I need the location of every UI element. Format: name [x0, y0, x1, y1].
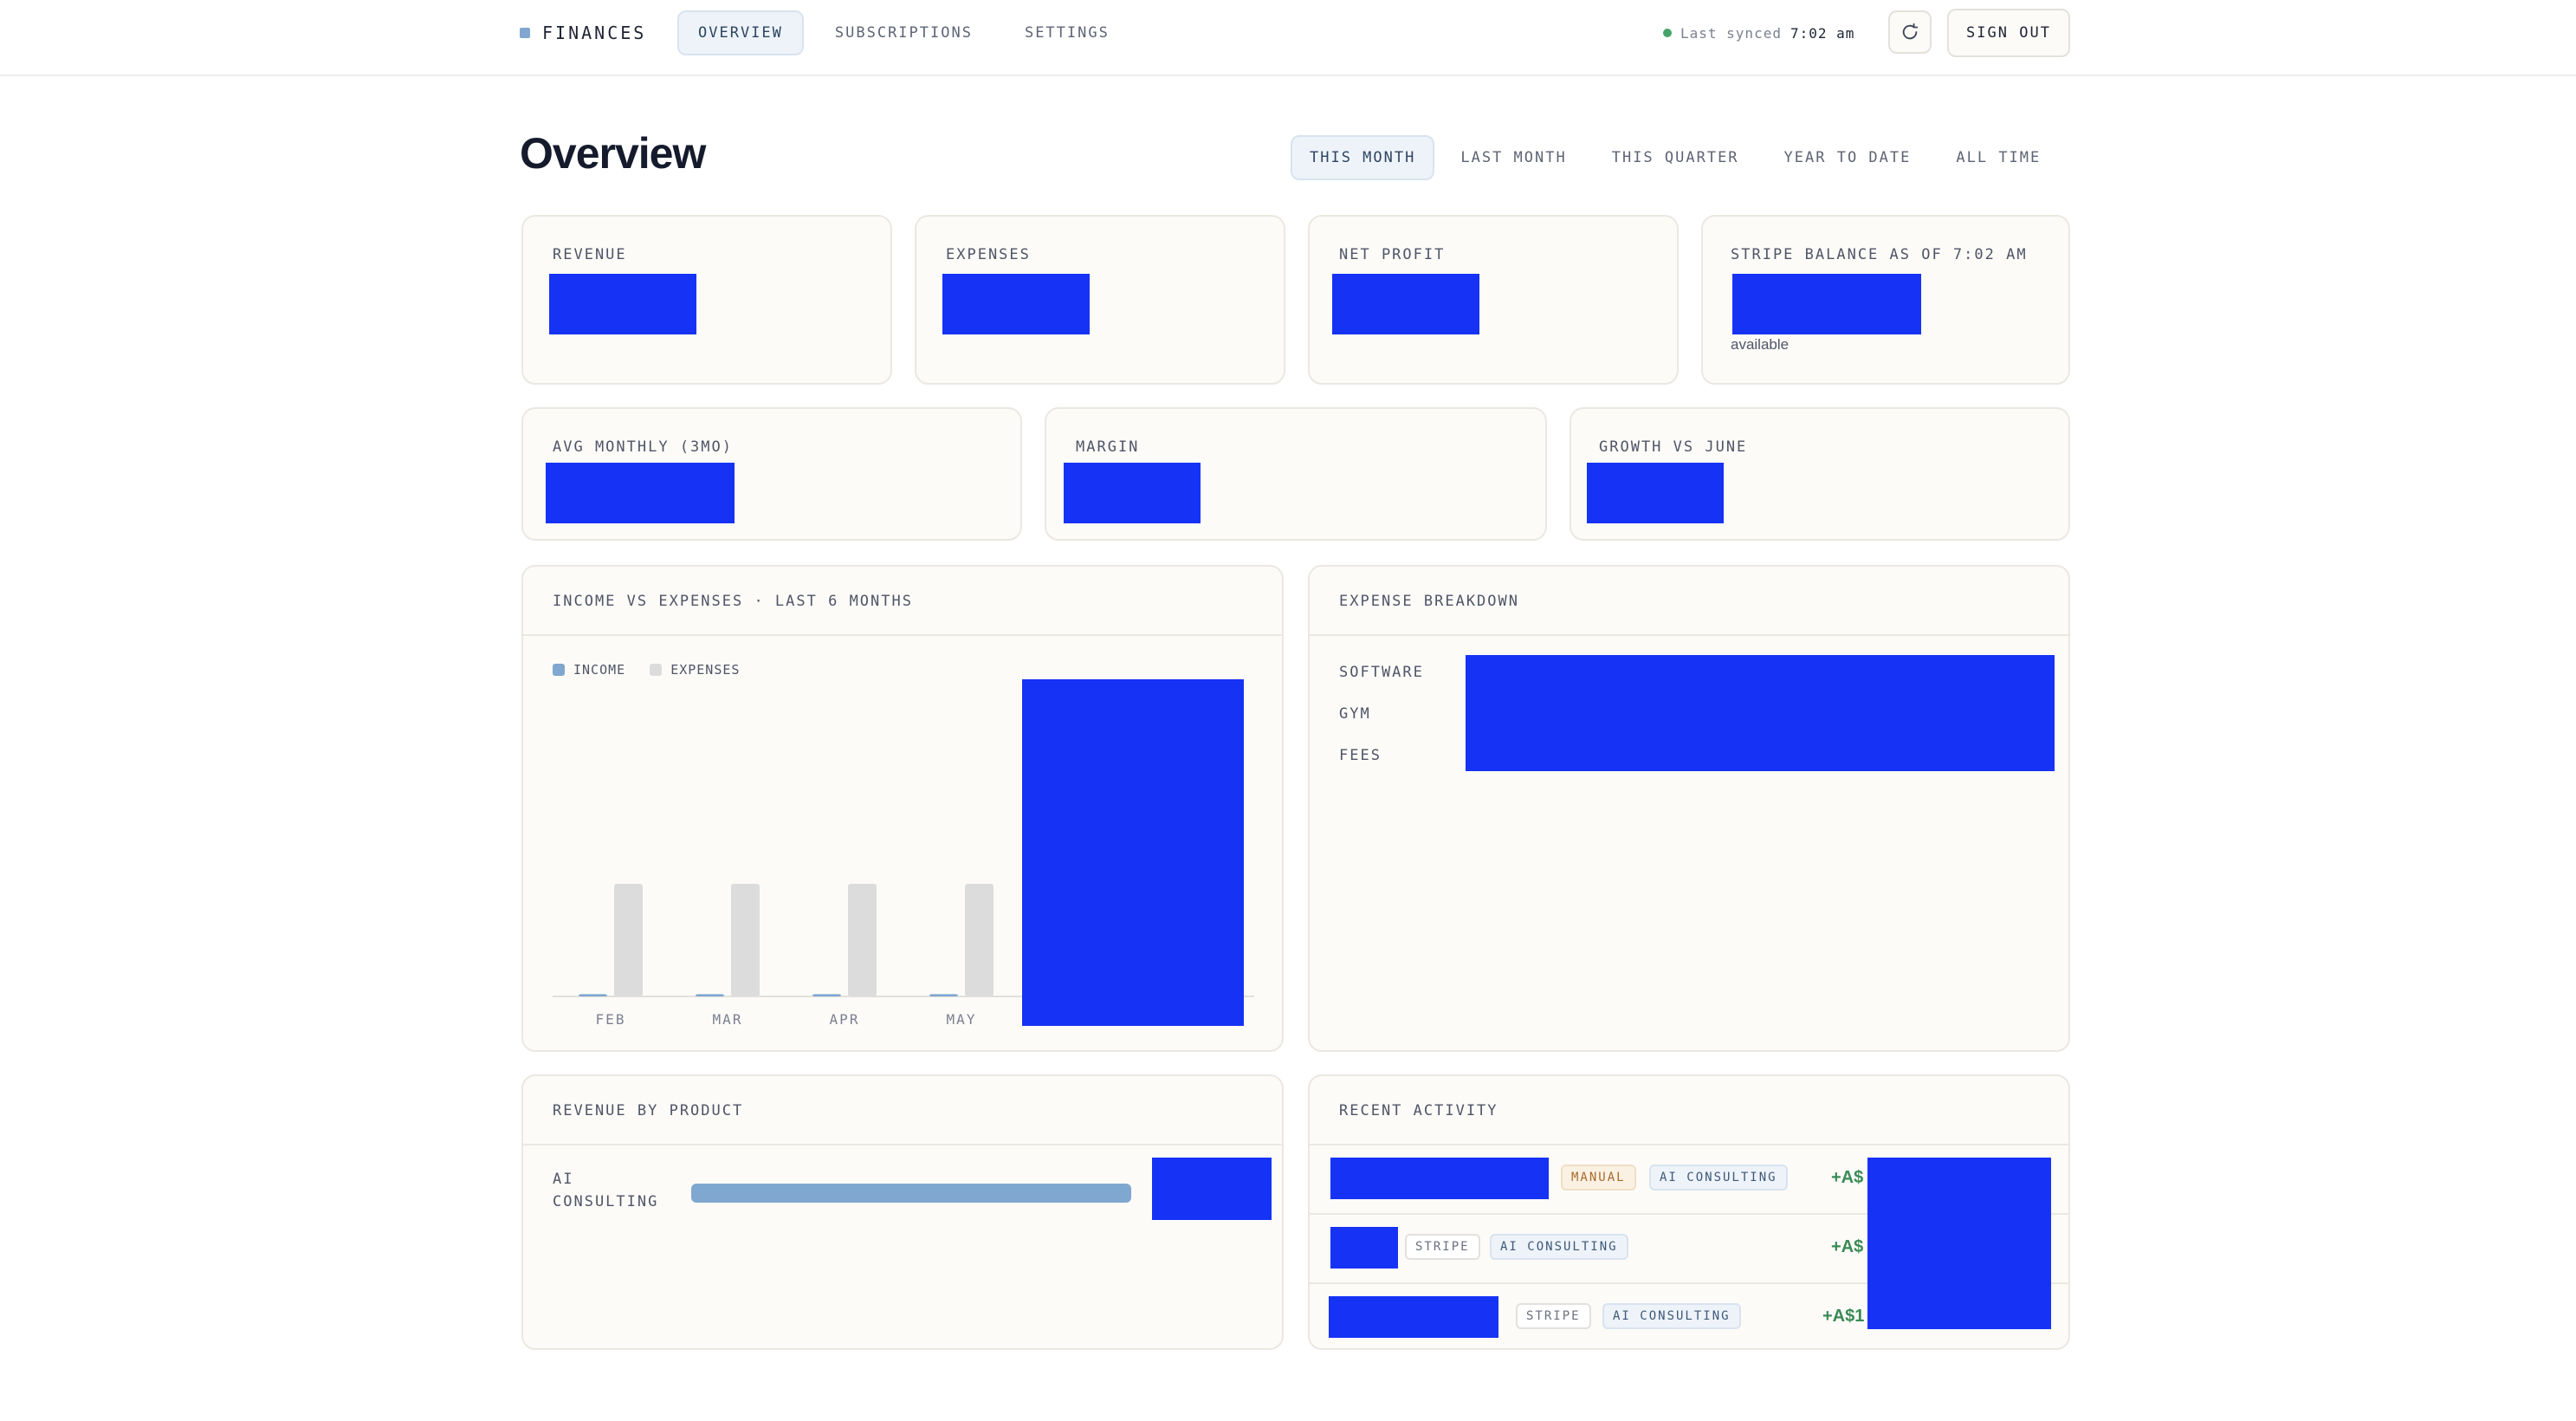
bar-income-mar	[696, 994, 724, 996]
kpi-card-margin: MARGIN	[1045, 407, 1547, 541]
sync-status: Last synced 7:02 am	[1663, 23, 1854, 43]
brand-logo-icon	[520, 28, 530, 38]
brand[interactable]: FINANCES	[520, 21, 646, 45]
kpi-card-avg-monthly: AVG MONTHLY (3MO)	[521, 407, 1022, 541]
panel-title: INCOME VS EXPENSES · LAST 6 MONTHS	[553, 593, 913, 610]
expense-breakdown-panel: EXPENSE BREAKDOWN SOFTWARE GYM FEES	[1308, 565, 2070, 1052]
activity-description-redacted	[1329, 1296, 1498, 1338]
revenue-by-product-panel: REVENUE BY PRODUCT AI CONSULTING	[521, 1074, 1284, 1350]
period-this-month[interactable]: THIS MONTH	[1291, 135, 1435, 180]
nav-tab-settings[interactable]: SETTINGS	[1004, 10, 1130, 55]
activity-product-tag: AI CONSULTING	[1649, 1165, 1788, 1191]
kpi-card-expenses: EXPENSES	[915, 215, 1285, 385]
expense-bars-redacted	[1466, 655, 2055, 771]
bar-income-feb	[579, 994, 607, 996]
kpi-subtext: available	[1731, 336, 1790, 353]
kpi-card-net-profit: NET PROFIT	[1308, 215, 1679, 385]
kpi-label: NET PROFIT	[1339, 246, 1446, 263]
activity-description-redacted	[1330, 1158, 1549, 1199]
period-year-to-date[interactable]: YEAR TO DATE	[1765, 135, 1931, 180]
period-all-time[interactable]: ALL TIME	[1937, 135, 2060, 180]
expense-category-gym: GYM	[1339, 705, 1371, 723]
kpi-card-revenue: REVENUE	[521, 215, 892, 385]
kpi-label: AVG MONTHLY (3MO)	[553, 438, 733, 456]
top-navigation-bar: FINANCES OVERVIEW SUBSCRIPTIONS SETTINGS…	[0, 0, 2576, 76]
kpi-value-redacted	[942, 274, 1090, 334]
nav-tab-subscriptions[interactable]: SUBSCRIPTIONS	[814, 10, 994, 55]
kpi-label: EXPENSES	[946, 246, 1031, 263]
product-label: AI CONSULTING	[553, 1171, 659, 1210]
panel-header: REVENUE BY PRODUCT	[523, 1076, 1282, 1145]
bar-income-may	[929, 994, 958, 996]
bar-income-apr	[812, 994, 841, 996]
bar-expenses-may	[965, 884, 994, 996]
kpi-card-stripe-balance: STRIPE BALANCE AS OF 7:02 AM available	[1701, 215, 2070, 385]
activity-amount: +A$1	[1822, 1307, 1865, 1326]
kpi-value-redacted	[549, 274, 696, 334]
x-tick-label: APR	[830, 1011, 860, 1028]
activity-product-tag: AI CONSULTING	[1602, 1303, 1741, 1329]
bar-expenses-mar	[731, 884, 760, 996]
activity-source-tag: STRIPE	[1516, 1303, 1591, 1329]
activity-amount: +A$	[1831, 1168, 1864, 1187]
kpi-label: STRIPE BALANCE AS OF 7:02 AM	[1731, 246, 2028, 263]
kpi-value-redacted	[1587, 463, 1724, 523]
activity-amounts-redacted	[1867, 1158, 2051, 1329]
panel-title: RECENT ACTIVITY	[1339, 1102, 1498, 1119]
panel-title: REVENUE BY PRODUCT	[553, 1102, 744, 1119]
sync-status-dot-icon	[1663, 29, 1672, 37]
activity-amount: +A$	[1831, 1237, 1864, 1256]
refresh-button[interactable]	[1888, 10, 1932, 54]
period-last-month[interactable]: LAST MONTH	[1441, 135, 1585, 180]
period-selector: THIS MONTH LAST MONTH THIS QUARTER YEAR …	[1291, 135, 2060, 180]
x-tick-label: MAY	[947, 1011, 977, 1028]
x-tick-label: MAR	[713, 1011, 743, 1028]
expense-category-software: SOFTWARE	[1339, 664, 1424, 681]
brand-label: FINANCES	[542, 23, 647, 43]
kpi-value-redacted	[1064, 463, 1201, 523]
activity-description-redacted	[1330, 1227, 1398, 1269]
panel-title: EXPENSE BREAKDOWN	[1339, 593, 1519, 610]
sync-label: Last synced	[1680, 24, 1782, 42]
nav-tab-overview[interactable]: OVERVIEW	[677, 10, 804, 55]
product-revenue-bar	[691, 1184, 1131, 1203]
activity-source-tag: MANUAL	[1561, 1165, 1636, 1191]
bar-expenses-apr	[848, 884, 877, 996]
refresh-icon	[1902, 23, 1919, 40]
page-title: Overview	[520, 129, 706, 178]
kpi-value-redacted	[546, 463, 735, 523]
kpi-label: GROWTH VS JUNE	[1599, 438, 1748, 456]
kpi-value-redacted	[1732, 274, 1921, 334]
product-value-redacted	[1152, 1158, 1272, 1220]
kpi-label: MARGIN	[1076, 438, 1140, 456]
sync-time: 7:02 am	[1790, 24, 1855, 42]
activity-product-tag: AI CONSULTING	[1490, 1234, 1628, 1260]
chart-redacted-region	[1022, 679, 1244, 1026]
bar-expenses-feb	[614, 884, 643, 996]
recent-activity-panel: RECENT ACTIVITY MANUAL AI CONSULTING +A$…	[1308, 1074, 2070, 1350]
panel-header: RECENT ACTIVITY	[1310, 1076, 2068, 1145]
kpi-card-growth: GROWTH VS JUNE	[1570, 407, 2070, 541]
activity-source-tag: STRIPE	[1405, 1234, 1480, 1260]
expense-category-fees: FEES	[1339, 747, 1382, 764]
kpi-value-redacted	[1332, 274, 1479, 334]
panel-header: INCOME VS EXPENSES · LAST 6 MONTHS	[523, 567, 1282, 636]
period-this-quarter[interactable]: THIS QUARTER	[1593, 135, 1758, 180]
x-tick-label: FEB	[596, 1011, 626, 1028]
panel-header: EXPENSE BREAKDOWN	[1310, 567, 2068, 636]
main-nav: OVERVIEW SUBSCRIPTIONS SETTINGS	[677, 10, 1130, 55]
income-vs-expenses-panel: INCOME VS EXPENSES · LAST 6 MONTHS INCOM…	[521, 565, 1284, 1052]
kpi-label: REVENUE	[553, 246, 627, 263]
sign-out-button[interactable]: SIGN OUT	[1947, 9, 2070, 57]
